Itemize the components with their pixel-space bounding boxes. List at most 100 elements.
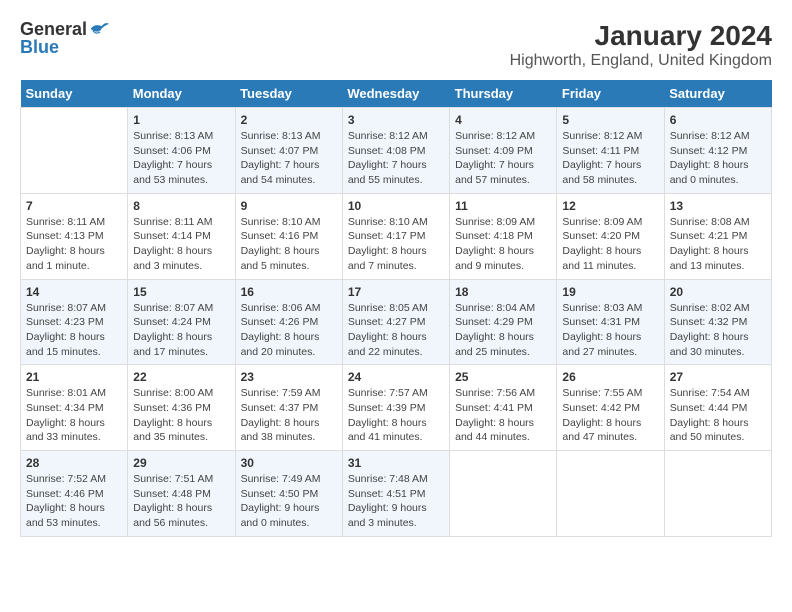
day-number: 10: [348, 199, 444, 213]
calendar-cell: 30 Sunrise: 7:49 AMSunset: 4:50 PMDayligh…: [235, 451, 342, 537]
day-number: 4: [455, 113, 551, 127]
calendar-cell: [557, 451, 664, 537]
day-info: Sunrise: 8:12 AMSunset: 4:12 PMDaylight:…: [670, 129, 766, 188]
day-number: 3: [348, 113, 444, 127]
calendar-cell: [450, 451, 557, 537]
logo: General Blue: [20, 20, 109, 56]
day-number: 1: [133, 113, 229, 127]
day-info: Sunrise: 7:49 AMSunset: 4:50 PMDaylight:…: [241, 472, 337, 531]
calendar-week-row: 28 Sunrise: 7:52 AMSunset: 4:46 PMDayligh…: [21, 451, 772, 537]
day-info: Sunrise: 8:00 AMSunset: 4:36 PMDaylight:…: [133, 386, 229, 445]
calendar-cell: 26 Sunrise: 7:55 AMSunset: 4:42 PMDayligh…: [557, 365, 664, 451]
calendar-week-row: 7Sunrise: 8:11 AMSunset: 4:13 PMDaylight…: [21, 193, 772, 279]
calendar-cell: 28 Sunrise: 7:52 AMSunset: 4:46 PMDayligh…: [21, 451, 128, 537]
logo-text-blue: Blue: [20, 38, 59, 56]
calendar-header-row: SundayMondayTuesdayWednesdayThursdayFrid…: [21, 80, 772, 108]
day-info: Sunrise: 8:13 AMSunset: 4:07 PMDaylight:…: [241, 129, 337, 188]
day-number: 30: [241, 456, 337, 470]
calendar-table: SundayMondayTuesdayWednesdayThursdayFrid…: [20, 80, 772, 537]
header: General Blue January 2024 Highworth, Eng…: [20, 20, 772, 70]
subtitle: Highworth, England, United Kingdom: [510, 52, 772, 70]
calendar-cell: 19 Sunrise: 8:03 AMSunset: 4:31 PMDayligh…: [557, 279, 664, 365]
calendar-cell: 5 Sunrise: 8:12 AMSunset: 4:11 PMDaylight…: [557, 108, 664, 194]
day-number: 2: [241, 113, 337, 127]
day-info: Sunrise: 8:01 AMSunset: 4:34 PMDaylight:…: [26, 386, 122, 445]
calendar-cell: 3 Sunrise: 8:12 AMSunset: 4:08 PMDaylight…: [342, 108, 449, 194]
day-info: Sunrise: 7:48 AMSunset: 4:51 PMDaylight:…: [348, 472, 444, 531]
day-info: Sunrise: 8:09 AMSunset: 4:20 PMDaylight:…: [562, 215, 658, 274]
calendar-cell: [21, 108, 128, 194]
calendar-cell: 9 Sunrise: 8:10 AMSunset: 4:16 PMDaylight…: [235, 193, 342, 279]
day-info: Sunrise: 7:57 AMSunset: 4:39 PMDaylight:…: [348, 386, 444, 445]
day-info: Sunrise: 8:08 AMSunset: 4:21 PMDaylight:…: [670, 215, 766, 274]
calendar-week-row: 21Sunrise: 8:01 AMSunset: 4:34 PMDayligh…: [21, 365, 772, 451]
day-number: 6: [670, 113, 766, 127]
day-number: 14: [26, 285, 122, 299]
day-info: Sunrise: 7:59 AMSunset: 4:37 PMDaylight:…: [241, 386, 337, 445]
calendar-cell: 14 Sunrise: 8:07 AMSunset: 4:23 PMDayligh…: [21, 279, 128, 365]
day-number: 17: [348, 285, 444, 299]
day-info: Sunrise: 7:55 AMSunset: 4:42 PMDaylight:…: [562, 386, 658, 445]
day-info: Sunrise: 8:07 AMSunset: 4:24 PMDaylight:…: [133, 301, 229, 360]
calendar-cell: 15 Sunrise: 8:07 AMSunset: 4:24 PMDayligh…: [128, 279, 235, 365]
calendar-cell: 24 Sunrise: 7:57 AMSunset: 4:39 PMDayligh…: [342, 365, 449, 451]
day-info: Sunrise: 7:54 AMSunset: 4:44 PMDaylight:…: [670, 386, 766, 445]
calendar-cell: 12 Sunrise: 8:09 AMSunset: 4:20 PMDayligh…: [557, 193, 664, 279]
day-info: Sunrise: 8:06 AMSunset: 4:26 PMDaylight:…: [241, 301, 337, 360]
day-number: 27: [670, 370, 766, 384]
calendar-week-row: 1 Sunrise: 8:13 AMSunset: 4:06 PMDaylight…: [21, 108, 772, 194]
calendar-cell: 1 Sunrise: 8:13 AMSunset: 4:06 PMDaylight…: [128, 108, 235, 194]
day-number: 28: [26, 456, 122, 470]
day-number: 8: [133, 199, 229, 213]
calendar-cell: 16Sunrise: 8:06 AMSunset: 4:26 PMDayligh…: [235, 279, 342, 365]
calendar-cell: 21Sunrise: 8:01 AMSunset: 4:34 PMDayligh…: [21, 365, 128, 451]
day-info: Sunrise: 8:09 AMSunset: 4:18 PMDaylight:…: [455, 215, 551, 274]
day-info: Sunrise: 8:13 AMSunset: 4:06 PMDaylight:…: [133, 129, 229, 188]
calendar-cell: 22 Sunrise: 8:00 AMSunset: 4:36 PMDayligh…: [128, 365, 235, 451]
column-header-thursday: Thursday: [450, 80, 557, 108]
day-number: 24: [348, 370, 444, 384]
day-info: Sunrise: 8:12 AMSunset: 4:11 PMDaylight:…: [562, 129, 658, 188]
day-info: Sunrise: 7:52 AMSunset: 4:46 PMDaylight:…: [26, 472, 122, 531]
day-number: 15: [133, 285, 229, 299]
calendar-cell: 8 Sunrise: 8:11 AMSunset: 4:14 PMDaylight…: [128, 193, 235, 279]
day-number: 12: [562, 199, 658, 213]
calendar-cell: 27 Sunrise: 7:54 AMSunset: 4:44 PMDayligh…: [664, 365, 771, 451]
day-number: 22: [133, 370, 229, 384]
day-info: Sunrise: 8:03 AMSunset: 4:31 PMDaylight:…: [562, 301, 658, 360]
logo-bird-icon: [87, 20, 109, 38]
day-number: 25: [455, 370, 551, 384]
day-info: Sunrise: 8:10 AMSunset: 4:17 PMDaylight:…: [348, 215, 444, 274]
column-header-sunday: Sunday: [21, 80, 128, 108]
calendar-cell: 11 Sunrise: 8:09 AMSunset: 4:18 PMDayligh…: [450, 193, 557, 279]
day-info: Sunrise: 8:10 AMSunset: 4:16 PMDaylight:…: [241, 215, 337, 274]
day-info: Sunrise: 8:02 AMSunset: 4:32 PMDaylight:…: [670, 301, 766, 360]
column-header-tuesday: Tuesday: [235, 80, 342, 108]
day-number: 5: [562, 113, 658, 127]
calendar-cell: 7Sunrise: 8:11 AMSunset: 4:13 PMDaylight…: [21, 193, 128, 279]
column-header-saturday: Saturday: [664, 80, 771, 108]
calendar-cell: [664, 451, 771, 537]
day-info: Sunrise: 8:12 AMSunset: 4:08 PMDaylight:…: [348, 129, 444, 188]
day-info: Sunrise: 7:56 AMSunset: 4:41 PMDaylight:…: [455, 386, 551, 445]
day-number: 26: [562, 370, 658, 384]
day-info: Sunrise: 8:07 AMSunset: 4:23 PMDaylight:…: [26, 301, 122, 360]
day-number: 31: [348, 456, 444, 470]
day-number: 13: [670, 199, 766, 213]
calendar-week-row: 14 Sunrise: 8:07 AMSunset: 4:23 PMDayligh…: [21, 279, 772, 365]
title-area: January 2024 Highworth, England, United …: [510, 20, 772, 70]
day-number: 11: [455, 199, 551, 213]
calendar-cell: 20Sunrise: 8:02 AMSunset: 4:32 PMDayligh…: [664, 279, 771, 365]
calendar-cell: 17Sunrise: 8:05 AMSunset: 4:27 PMDayligh…: [342, 279, 449, 365]
calendar-cell: 31 Sunrise: 7:48 AMSunset: 4:51 PMDayligh…: [342, 451, 449, 537]
calendar-cell: 10 Sunrise: 8:10 AMSunset: 4:17 PMDayligh…: [342, 193, 449, 279]
day-number: 9: [241, 199, 337, 213]
day-number: 19: [562, 285, 658, 299]
day-number: 18: [455, 285, 551, 299]
day-info: Sunrise: 8:04 AMSunset: 4:29 PMDaylight:…: [455, 301, 551, 360]
day-number: 29: [133, 456, 229, 470]
day-info: Sunrise: 8:11 AMSunset: 4:14 PMDaylight:…: [133, 215, 229, 274]
day-info: Sunrise: 8:11 AMSunset: 4:13 PMDaylight:…: [26, 215, 122, 274]
column-header-monday: Monday: [128, 80, 235, 108]
column-header-friday: Friday: [557, 80, 664, 108]
